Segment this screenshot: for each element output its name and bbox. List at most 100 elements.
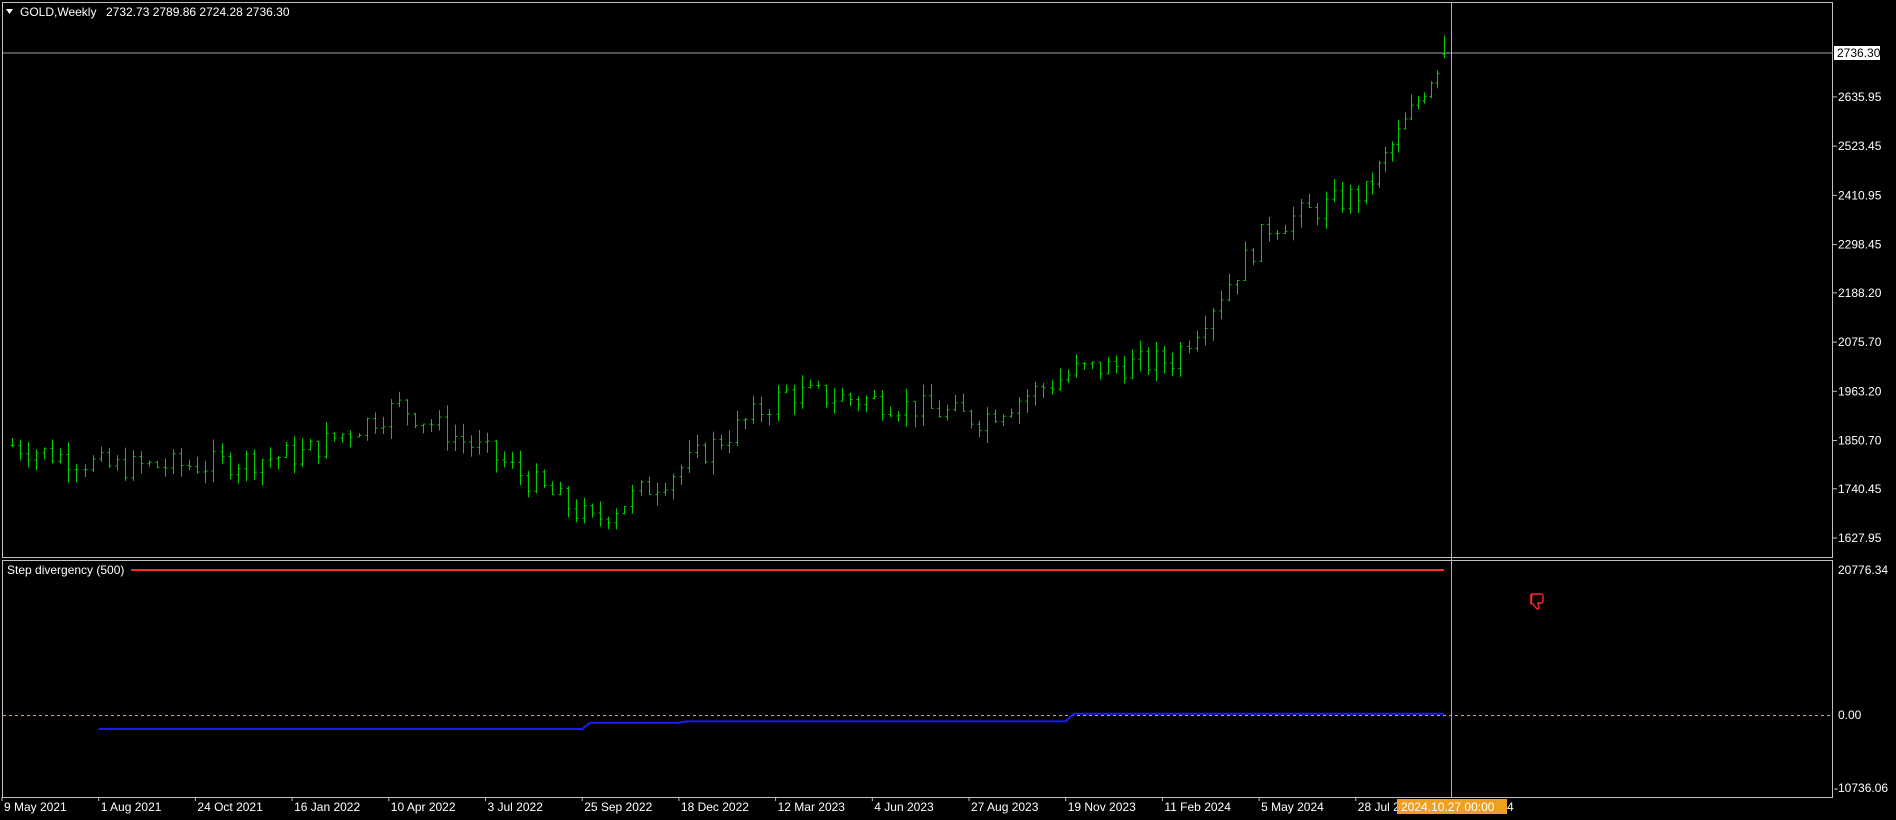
ohlc-bar	[961, 393, 966, 412]
ohlc-bar	[1348, 184, 1353, 214]
chart-header: GOLD,Weekly 2732.73 2789.86 2724.28 2736…	[6, 5, 290, 19]
ohlc-bar	[187, 459, 192, 471]
ohlc-bar	[74, 463, 79, 483]
ohlc-bar	[913, 400, 918, 428]
ohlc-bar	[921, 384, 926, 426]
time-axis-label: 16 Jan 2022	[294, 800, 360, 814]
thumbs-down-icon[interactable]	[1530, 593, 1544, 610]
ohlc-bar	[864, 395, 869, 412]
ohlc-bar	[824, 384, 829, 408]
ohlc-bar	[203, 460, 208, 484]
ohlc-bar	[1299, 198, 1304, 228]
time-axis-label: 27 Aug 2023	[971, 800, 1039, 814]
price-axis-label: 1963.20	[1838, 384, 1882, 398]
ohlc-bar	[1324, 191, 1329, 229]
ohlc-bar	[671, 473, 676, 500]
ohlc-bar	[1146, 347, 1151, 375]
ohlc-bar	[840, 387, 845, 402]
ohlc-bar	[550, 481, 555, 496]
ohlc-bar	[1041, 383, 1046, 399]
ohlc-bar	[268, 447, 273, 468]
ohlc-bar	[1396, 119, 1401, 153]
ohlc-bar	[461, 423, 466, 454]
ohlc-bar	[381, 416, 386, 435]
ohlc-bar	[872, 390, 877, 400]
indicator-scale-top: 20776.34	[1838, 563, 1888, 577]
ohlc-bar	[735, 410, 740, 447]
ohlc-bar	[1403, 112, 1408, 130]
price-axis-label: 2075.70	[1838, 335, 1882, 349]
time-axis-label: 3 Jul 2022	[488, 800, 544, 814]
ohlc-bar	[542, 469, 547, 489]
time-axis-label: 10 Apr 2022	[391, 800, 456, 814]
ohlc-bar	[1138, 340, 1143, 372]
ohlc-bar	[1098, 361, 1103, 380]
ohlc-bar	[1442, 35, 1447, 59]
ohlc-bar	[316, 440, 321, 464]
ohlc-bar	[679, 464, 684, 485]
ohlc-bar	[1390, 141, 1395, 162]
time-axis-label: 24 Oct 2021	[197, 800, 263, 814]
crosshair-time-label: 2024.10.27 00:00	[1401, 800, 1495, 814]
ohlc-bar	[574, 499, 579, 523]
ohlc-bar	[832, 388, 837, 414]
ohlc-bar	[1219, 290, 1224, 320]
price-axis-label: 2410.95	[1838, 188, 1882, 202]
ohlc-bar	[1356, 185, 1361, 214]
ohlc-bar	[711, 431, 716, 475]
ohlc-bar	[405, 399, 410, 426]
ohlc-bar	[848, 392, 853, 406]
ohlc-bar	[1370, 172, 1375, 195]
ohlc-bar	[993, 409, 998, 423]
ohlc-bar	[252, 449, 257, 481]
indicator-step-line	[98, 712, 1444, 730]
ohlc-bar	[1416, 96, 1421, 110]
ohlc-bar	[1114, 355, 1119, 374]
ohlc-bar	[687, 440, 692, 473]
time-axis: 9 May 2021 1 Aug 2021 24 Oct 2021 16 Jan 20…	[1, 797, 1407, 814]
ohlc-bar	[1033, 381, 1038, 406]
ohlc-bar	[494, 440, 499, 473]
triangle-down-icon[interactable]	[6, 9, 13, 14]
ohlc-bar	[139, 451, 144, 474]
ohlc-bar	[236, 463, 241, 484]
ohlc-bar	[300, 438, 305, 467]
indicator-scale-bottom: -10736.06	[1834, 781, 1888, 795]
ohlc-bar	[1154, 341, 1159, 382]
ohlc-bar	[647, 476, 652, 496]
ohlc-bar	[655, 482, 660, 506]
ohlc-bar	[590, 503, 595, 518]
ohlc-bar	[397, 391, 402, 408]
ohlc-bar	[123, 447, 128, 481]
ohlc-bar	[566, 486, 571, 518]
ohlc-bar	[751, 395, 756, 425]
chart-canvas[interactable]: GOLD,Weekly 2732.73 2789.86 2724.28 2736…	[0, 0, 1896, 820]
ohlc-bar	[743, 417, 748, 430]
time-axis-label: 25 Sep 2022	[584, 800, 652, 814]
ohlc-bar	[896, 411, 901, 422]
ohlc-bar	[1251, 247, 1256, 266]
ohlc-bar	[1001, 414, 1006, 427]
time-axis-label: 1 Aug 2021	[101, 800, 162, 814]
price-axis-label: 2523.45	[1838, 139, 1882, 153]
ohlc-bar	[1291, 206, 1296, 241]
ohlc-bar	[526, 470, 531, 498]
ohlc-readout: 2732.73 2789.86 2724.28 2736.30	[106, 5, 290, 19]
time-axis-label: 19 Nov 2023	[1068, 800, 1136, 814]
ohlc-bar	[1074, 354, 1079, 378]
ohlc-bar	[1235, 280, 1240, 295]
ohlc-bar	[1422, 92, 1427, 104]
ohlc-bar	[614, 508, 619, 530]
ohlc-bar	[1332, 179, 1337, 203]
ohlc-bar	[260, 458, 265, 486]
symbol-timeframe-label: GOLD,Weekly	[20, 5, 96, 19]
ohlc-bar	[1383, 146, 1388, 172]
ohlc-bar	[703, 442, 708, 464]
ohlc-bar	[1364, 181, 1369, 205]
ohlc-bar	[880, 390, 885, 421]
ohlc-bar	[115, 455, 120, 471]
price-bars	[10, 35, 1447, 530]
ohlc-bar	[937, 400, 942, 418]
ohlc-bar	[50, 439, 55, 464]
ohlc-bar	[163, 458, 168, 477]
